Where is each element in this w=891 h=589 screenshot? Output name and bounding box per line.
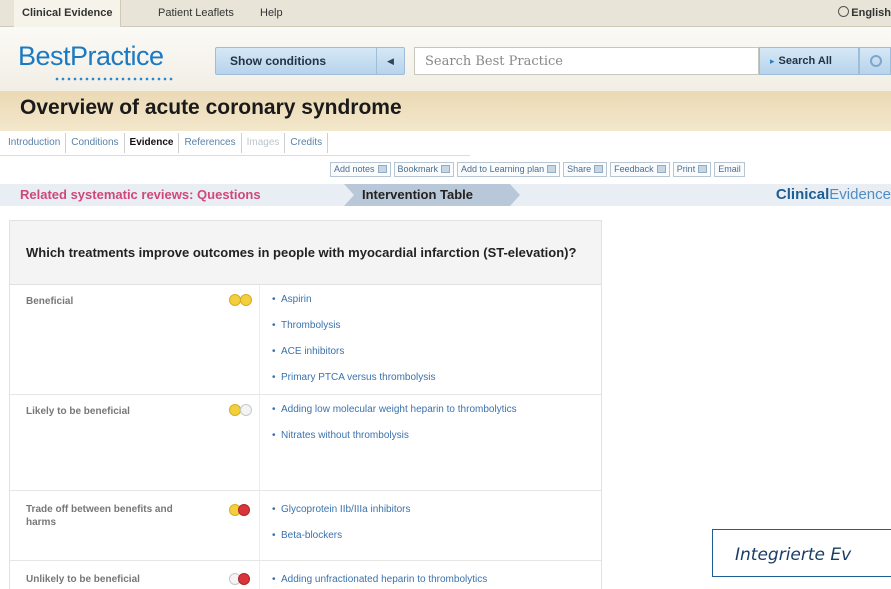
email-button[interactable]: Email xyxy=(714,162,745,177)
top-navigation: Clinical Evidence Patient Leaflets Help … xyxy=(0,0,891,27)
email-label: Email xyxy=(718,164,741,174)
logo-dots xyxy=(54,77,174,81)
tabs-divider xyxy=(0,155,470,156)
trade-off-icon xyxy=(229,503,253,517)
column-divider xyxy=(259,285,260,394)
intervention-link[interactable]: Beta-blockers xyxy=(272,529,592,543)
language-label: English xyxy=(851,7,891,19)
show-conditions-button[interactable]: Show conditions ◀ xyxy=(215,47,405,75)
print-icon xyxy=(698,165,708,173)
bookmark-label: Bookmark xyxy=(397,164,439,174)
intervention-link[interactable]: Primary PTCA versus thrombolysis xyxy=(272,371,592,385)
feedback-icon xyxy=(656,165,666,173)
notes-icon xyxy=(377,165,387,173)
intervention-link[interactable]: ACE inhibitors xyxy=(272,345,592,359)
column-divider xyxy=(259,561,260,589)
tab-conditions[interactable]: Conditions xyxy=(66,133,125,153)
learning-plan-label: Add to Learning plan xyxy=(461,164,545,174)
unlikely-beneficial-icon xyxy=(229,572,253,586)
red-dot xyxy=(238,504,250,516)
tab-clinical-evidence[interactable]: Clinical Evidence xyxy=(14,0,122,27)
bookmark-button[interactable]: Bookmark xyxy=(393,162,455,177)
table-row: Trade off between benefits and harms Gly… xyxy=(10,491,601,561)
tab-references[interactable]: References xyxy=(179,133,242,153)
tab-introduction[interactable]: Introduction xyxy=(0,133,67,153)
bookmark-icon xyxy=(441,165,451,173)
feedback-button[interactable]: Feedback xyxy=(610,162,670,177)
share-button[interactable]: Share xyxy=(563,162,608,177)
title-band: Overview of acute coronary syndrome xyxy=(0,91,891,131)
category-label: Likely to be beneficial xyxy=(26,406,130,417)
intervention-list: Adding unfractionated heparin to thrombo… xyxy=(272,573,592,589)
search-submit-button[interactable] xyxy=(859,47,891,75)
column-divider xyxy=(259,395,260,490)
ce-logo-part2: Evidence xyxy=(829,186,891,203)
yellow-dot xyxy=(240,294,252,306)
tab-evidence[interactable]: Evidence xyxy=(125,133,180,153)
share-label: Share xyxy=(567,164,592,174)
grey-dot xyxy=(240,404,252,416)
feedback-label: Feedback xyxy=(614,164,654,174)
red-dot xyxy=(238,573,250,585)
beneficial-icon xyxy=(229,293,253,307)
page-toolbar: Add notes Bookmark Add to Learning plan Sha… xyxy=(330,162,748,178)
question-text: Which treatments improve outcomes in peo… xyxy=(26,245,577,260)
intervention-list: Glycoprotein IIb/IIIa inhibitors Beta-bl… xyxy=(272,503,592,555)
page-title: Overview of acute coronary syndrome xyxy=(20,96,402,119)
print-label: Print xyxy=(676,164,696,174)
intervention-link[interactable]: Thrombolysis xyxy=(272,319,592,333)
likely-beneficial-icon xyxy=(229,403,253,417)
ce-logo-part1: Clinical xyxy=(775,186,830,203)
logo[interactable]: BestPractice xyxy=(18,41,174,81)
clinical-evidence-logo: ClinicalEvidence xyxy=(776,184,891,206)
tab-credits[interactable]: Credits xyxy=(285,133,329,153)
logo-text: BestPractice xyxy=(18,41,164,71)
question-header: Which treatments improve outcomes in peo… xyxy=(10,221,601,285)
intervention-link[interactable]: Nitrates without thrombolysis xyxy=(272,429,592,443)
chevron-left-icon[interactable]: ◀ xyxy=(376,48,404,74)
caption-text: Integrierte Ev xyxy=(735,545,852,565)
intervention-list: Adding low molecular weight heparin to t… xyxy=(272,403,592,455)
intervention-link[interactable]: Adding unfractionated heparin to thrombo… xyxy=(272,573,592,587)
search-icon xyxy=(870,55,882,67)
related-reviews-link[interactable]: Related systematic reviews: Questions xyxy=(20,184,261,206)
globe-icon xyxy=(838,6,850,17)
breadcrumb: Related systematic reviews: Questions In… xyxy=(0,184,891,206)
table-row: Beneficial Aspirin Thrombolysis ACE inhi… xyxy=(10,285,601,395)
table-row: Unlikely to be beneficial Adding unfract… xyxy=(10,561,601,589)
language-selector[interactable]: English xyxy=(838,0,891,27)
learning-plan-icon xyxy=(547,165,557,173)
intervention-link[interactable]: Aspirin xyxy=(272,293,592,307)
tab-help[interactable]: Help xyxy=(252,0,291,27)
tab-images[interactable]: Images xyxy=(242,133,286,153)
search-all-button[interactable]: Search All xyxy=(759,47,859,75)
intervention-table: Which treatments improve outcomes in peo… xyxy=(9,220,602,589)
category-label: Beneficial xyxy=(26,296,74,307)
section-tabs: Introduction Conditions Evidence References… xyxy=(0,133,470,156)
category-label: Unlikely to be beneficial xyxy=(26,574,140,585)
share-icon xyxy=(594,165,604,173)
table-row: Likely to be beneficial Adding low molec… xyxy=(10,395,601,491)
category-label: Trade off between benefits and harms xyxy=(26,504,173,528)
show-conditions-label: Show conditions xyxy=(230,54,326,68)
caption-box: Integrierte Ev xyxy=(712,529,891,577)
intervention-table-crumb[interactable]: Intervention Table xyxy=(344,184,520,206)
add-notes-button[interactable]: Add notes xyxy=(330,162,391,177)
print-button[interactable]: Print xyxy=(672,162,712,177)
add-to-learning-plan-button[interactable]: Add to Learning plan xyxy=(457,162,561,177)
add-notes-label: Add notes xyxy=(334,164,375,174)
brand-search-bar: BestPractice Show conditions ◀ Search Al… xyxy=(0,27,891,91)
intervention-link[interactable]: Glycoprotein IIb/IIIa inhibitors xyxy=(272,503,592,517)
tab-patient-leaflets[interactable]: Patient Leaflets xyxy=(150,0,242,27)
intervention-list: Aspirin Thrombolysis ACE inhibitors Prim… xyxy=(272,293,592,397)
search-field[interactable] xyxy=(414,47,759,75)
search-input[interactable] xyxy=(415,48,758,74)
column-divider xyxy=(259,491,260,560)
intervention-link[interactable]: Adding low molecular weight heparin to t… xyxy=(272,403,532,417)
